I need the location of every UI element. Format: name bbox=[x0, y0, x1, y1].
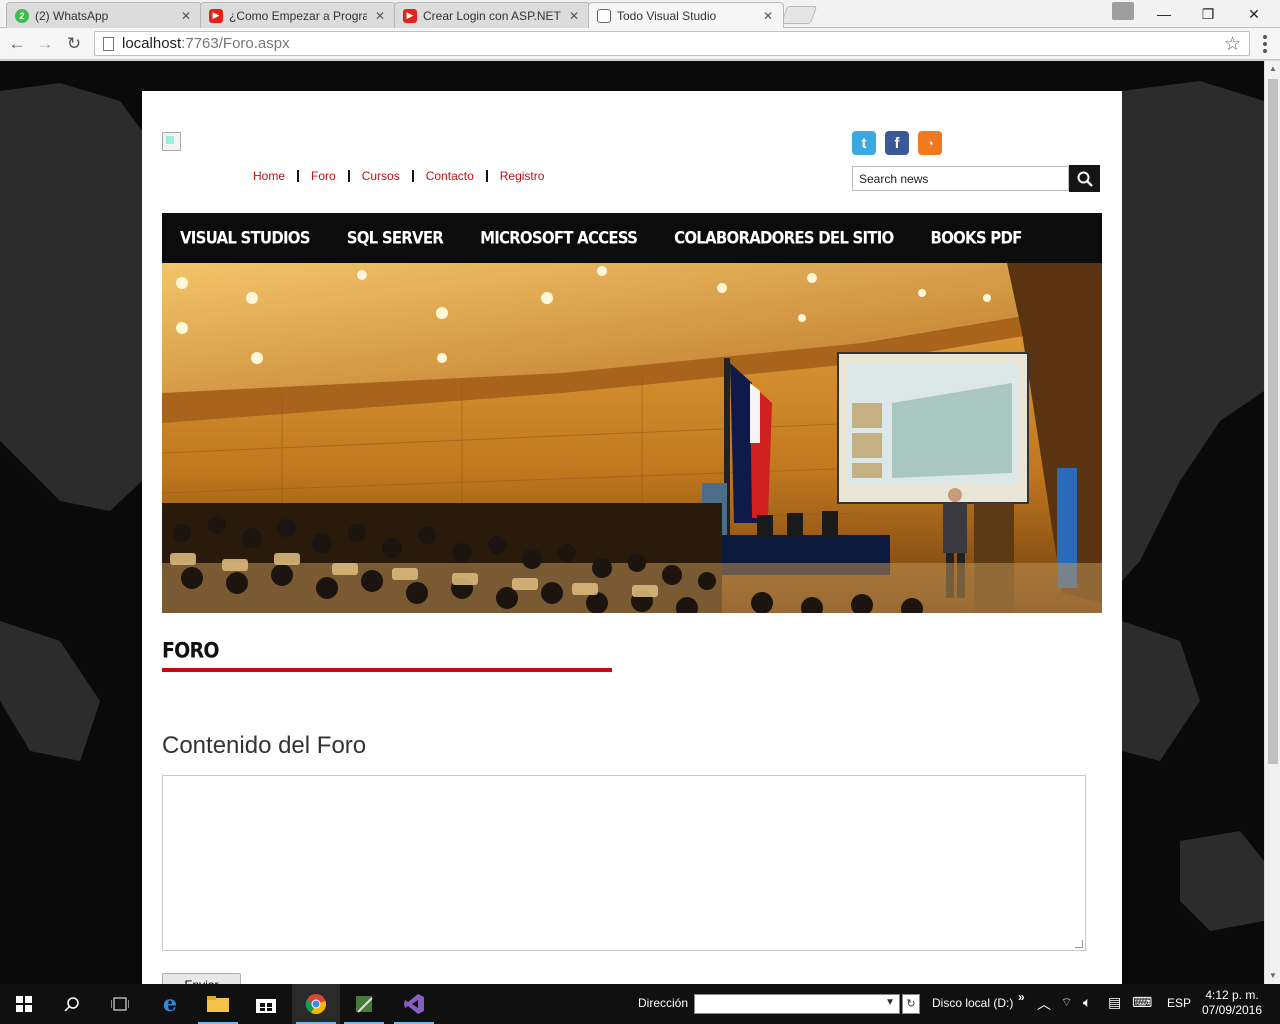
go-refresh-icon[interactable]: ↻ bbox=[902, 994, 920, 1014]
close-icon[interactable]: ✕ bbox=[761, 9, 775, 23]
url-host: localhost bbox=[122, 35, 182, 52]
minimize-icon[interactable]: — bbox=[1142, 0, 1186, 28]
section-title-underline bbox=[162, 668, 612, 672]
store-icon[interactable] bbox=[242, 984, 290, 1024]
system-clock[interactable]: 4:12 p. m. 07/09/2016 bbox=[1199, 988, 1265, 1018]
youtube-icon: ▶ bbox=[209, 8, 223, 23]
youtube-icon: ▶ bbox=[403, 8, 417, 23]
section-title: FORO bbox=[162, 639, 220, 664]
scroll-up-icon[interactable]: ▲ bbox=[1268, 64, 1278, 74]
nav-sql-server[interactable]: SQL Server bbox=[347, 228, 444, 249]
show-hidden-icons-icon[interactable]: ︿ bbox=[1037, 994, 1051, 1014]
link-separator bbox=[411, 170, 414, 182]
site-page: Home Foro Cursos Contacto Registro t f ◔… bbox=[142, 91, 1122, 984]
link-separator bbox=[485, 170, 488, 182]
address-bar[interactable]: localhost:7763/Foro.aspx ☆ bbox=[94, 31, 1250, 56]
input-language-indicator[interactable]: ESP bbox=[1167, 996, 1191, 1010]
address-toolbar-input[interactable]: ▼ bbox=[694, 994, 900, 1014]
search-button[interactable] bbox=[1069, 165, 1100, 192]
browser-toolbar: ← → ↻ localhost:7763/Foro.aspx ☆ bbox=[0, 28, 1280, 60]
tab-title: (2) WhatsApp bbox=[35, 8, 109, 23]
chrome-icon[interactable] bbox=[292, 984, 340, 1024]
back-icon[interactable]: ← bbox=[6, 33, 28, 55]
scrollbar-thumb[interactable] bbox=[1268, 79, 1278, 764]
toolbar-expand-icon[interactable]: » bbox=[1018, 990, 1025, 1004]
nav-colaboradores[interactable]: Colaboradores del sitio bbox=[674, 228, 894, 249]
scroll-down-icon[interactable]: ▼ bbox=[1268, 971, 1278, 981]
submit-button[interactable]: Enviar bbox=[162, 973, 241, 984]
tab-strip: 2 (2) WhatsApp ✕ ▶ ¿Como Empezar a Progr… bbox=[0, 0, 1280, 28]
file-explorer-icon[interactable] bbox=[194, 984, 242, 1024]
search-input[interactable] bbox=[852, 166, 1069, 191]
nav-books-pdf[interactable]: Books PDF bbox=[930, 228, 1022, 249]
forward-icon[interactable]: → bbox=[34, 33, 56, 55]
forum-content-textarea[interactable] bbox=[162, 775, 1086, 951]
tab-title: ¿Como Empezar a Program bbox=[229, 8, 367, 23]
facebook-icon[interactable]: f bbox=[885, 131, 909, 155]
twitter-icon[interactable]: t bbox=[852, 131, 876, 155]
url-path: :7763/Foro.aspx bbox=[181, 35, 290, 52]
edge-icon[interactable]: e bbox=[146, 984, 194, 1024]
restore-icon[interactable]: ❐ bbox=[1186, 0, 1230, 28]
tab-whatsapp[interactable]: 2 (2) WhatsApp ✕ bbox=[6, 2, 202, 28]
windows-taskbar: e Dirección ▼ ↻ Disco local (D:) » ︿ ⌔ 🔈… bbox=[0, 984, 1280, 1024]
new-tab-button[interactable] bbox=[780, 6, 818, 24]
link-contacto[interactable]: Contacto bbox=[426, 169, 474, 183]
tab-youtube-1[interactable]: ▶ ¿Como Empezar a Program ✕ bbox=[200, 2, 396, 28]
clock-date: 07/09/2016 bbox=[1201, 1003, 1263, 1017]
link-cursos[interactable]: Cursos bbox=[362, 169, 400, 183]
address-toolbar-label: Dirección bbox=[638, 996, 689, 1010]
link-foro[interactable]: Foro bbox=[311, 169, 336, 183]
tab-todo-visual-studio[interactable]: Todo Visual Studio ✕ bbox=[588, 2, 784, 28]
nav-visual-studios[interactable]: Visual Studios bbox=[180, 228, 311, 249]
search-icon bbox=[1077, 171, 1093, 187]
link-separator bbox=[297, 170, 300, 182]
keyboard-icon[interactable]: ⌨ bbox=[1132, 994, 1152, 1011]
page-icon bbox=[597, 8, 611, 23]
resize-grip-icon[interactable] bbox=[1075, 940, 1083, 948]
rss-icon[interactable]: ◔ bbox=[918, 131, 942, 155]
content-heading: Contenido del Foro bbox=[162, 732, 367, 759]
close-icon[interactable]: ✕ bbox=[373, 9, 387, 23]
link-separator bbox=[347, 170, 350, 182]
tab-title: Todo Visual Studio bbox=[617, 8, 717, 23]
page-icon bbox=[103, 36, 114, 51]
top-links: Home Foro Cursos Contacto Registro bbox=[253, 169, 544, 183]
link-home[interactable]: Home bbox=[253, 169, 285, 183]
network-icon[interactable]: ⌔ bbox=[1061, 995, 1072, 1010]
tools-app-icon[interactable] bbox=[340, 984, 388, 1024]
start-windows-icon[interactable] bbox=[0, 984, 48, 1024]
clock-time: 4:12 p. m. bbox=[1205, 988, 1259, 1002]
vertical-scrollbar[interactable]: ▲ ▼ bbox=[1264, 61, 1280, 984]
task-view-icon[interactable] bbox=[96, 984, 144, 1024]
user-profile-icon[interactable] bbox=[1112, 2, 1134, 20]
search-icon[interactable] bbox=[48, 984, 96, 1024]
link-registro[interactable]: Registro bbox=[500, 169, 545, 183]
main-navigation: Visual Studios SQL Server Microsoft Acce… bbox=[162, 213, 1102, 263]
volume-icon[interactable]: 🔈︎ bbox=[1083, 994, 1091, 1011]
chevron-down-icon[interactable]: ▼ bbox=[885, 997, 895, 1008]
close-icon[interactable]: ✕ bbox=[179, 9, 193, 23]
bookmark-star-icon[interactable]: ☆ bbox=[1224, 33, 1241, 56]
whatsapp-icon: 2 bbox=[15, 8, 29, 23]
reload-icon[interactable]: ↻ bbox=[63, 33, 85, 55]
nav-microsoft-access[interactable]: Microsoft Access bbox=[480, 228, 638, 249]
close-icon[interactable]: ✕ bbox=[567, 9, 581, 23]
menu-icon[interactable] bbox=[1258, 33, 1272, 55]
tab-youtube-2[interactable]: ▶ Crear Login con ASP.NET ✕ bbox=[394, 2, 590, 28]
drive-toolbar-label[interactable]: Disco local (D:) bbox=[932, 996, 1013, 1010]
page-viewport: Home Foro Cursos Contacto Registro t f ◔… bbox=[0, 61, 1264, 984]
site-logo-broken-image[interactable] bbox=[162, 132, 181, 151]
action-center-icon[interactable]: ▤ bbox=[1108, 994, 1121, 1011]
visual-studio-icon[interactable] bbox=[390, 984, 438, 1024]
hero-auditorium-image bbox=[162, 263, 1102, 613]
tab-title: Crear Login con ASP.NET bbox=[423, 8, 561, 23]
window-close-icon[interactable]: ✕ bbox=[1232, 0, 1276, 28]
